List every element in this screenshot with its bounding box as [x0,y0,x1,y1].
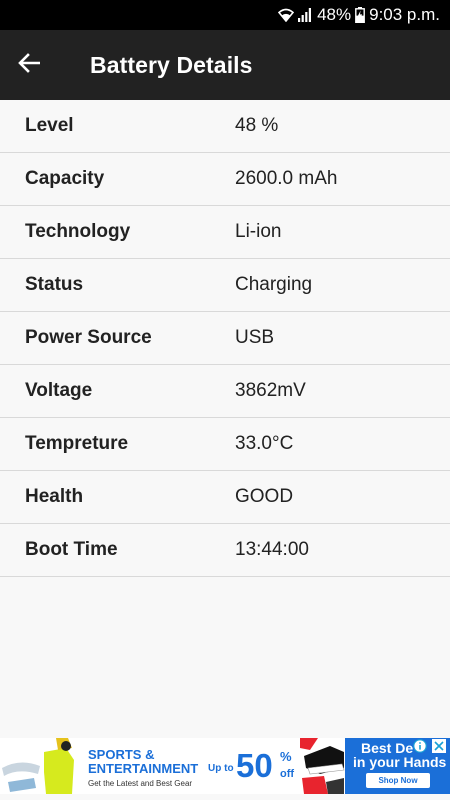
detail-value: GOOD [235,486,294,507]
detail-label: Health [25,486,84,507]
detail-value: 2600.0 mAh [235,168,338,189]
detail-value: USB [235,327,275,348]
sneaker-image [300,738,345,794]
detail-label: Capacity [25,168,105,189]
list-item-level: Level 48 % [0,100,450,153]
battery-charging-icon [355,7,366,23]
list-item-technology: Technology Li-ion [0,206,450,259]
sports-gear-image [0,738,80,794]
list-item-capacity: Capacity 2600.0 mAh [0,153,450,206]
list-item-boot-time: Boot Time 13:44:00 [0,524,450,577]
detail-value: Li-ion [235,221,282,242]
list-item-health: Health GOOD [0,471,450,524]
list-item-status: Status Charging [0,259,450,312]
app-bar: Battery Details [0,30,450,100]
ad-promo-line-2: in your Hands [353,754,447,770]
ad-banner[interactable]: SPORTS & ENTERTAINMENT Get the Latest an… [0,738,450,794]
battery-percent: 48% [317,5,352,24]
ad-info-icon[interactable] [413,739,427,753]
status-bar: 48% 9:03 p.m. [0,0,450,30]
detail-label: Boot Time [25,539,118,560]
arrow-left-icon [18,52,41,78]
ad-up-to: Up to [208,763,234,774]
detail-value: 3862mV [235,380,306,401]
battery-details-list: Level 48 % Capacity 2600.0 mAh Technolog… [0,100,450,577]
detail-value: Charging [235,274,313,295]
detail-value: 48 % [235,115,279,136]
list-item-power-source: Power Source USB [0,312,450,365]
ad-headline: SPORTS & [88,747,155,762]
detail-label: Level [25,115,74,136]
ad-percent: % [280,749,292,764]
detail-value: 13:44:00 [235,539,309,560]
ad-discount: 50 [236,747,273,784]
detail-label: Power Source [25,327,152,348]
ad-headline-2: ENTERTAINMENT [88,761,199,776]
wifi-icon [278,8,295,22]
ad-close-icon[interactable] [432,739,446,753]
detail-label: Tempreture [25,433,129,454]
list-item-voltage: Voltage 3862mV [0,365,450,418]
signal-icon [298,8,313,22]
detail-label: Voltage [25,380,93,401]
shop-now-button[interactable]: Shop Now [366,773,430,788]
clock: 9:03 p.m. [369,5,440,24]
ad-off: off [280,768,295,780]
back-button[interactable] [14,51,44,79]
page-title: Battery Details [90,52,253,78]
detail-value: 33.0°C [235,433,294,454]
detail-label: Status [25,274,84,295]
ad-subline: Get the Latest and Best Gear [88,779,193,788]
detail-label: Technology [25,221,131,242]
list-item-temperature: Tempreture 33.0°C [0,418,450,471]
